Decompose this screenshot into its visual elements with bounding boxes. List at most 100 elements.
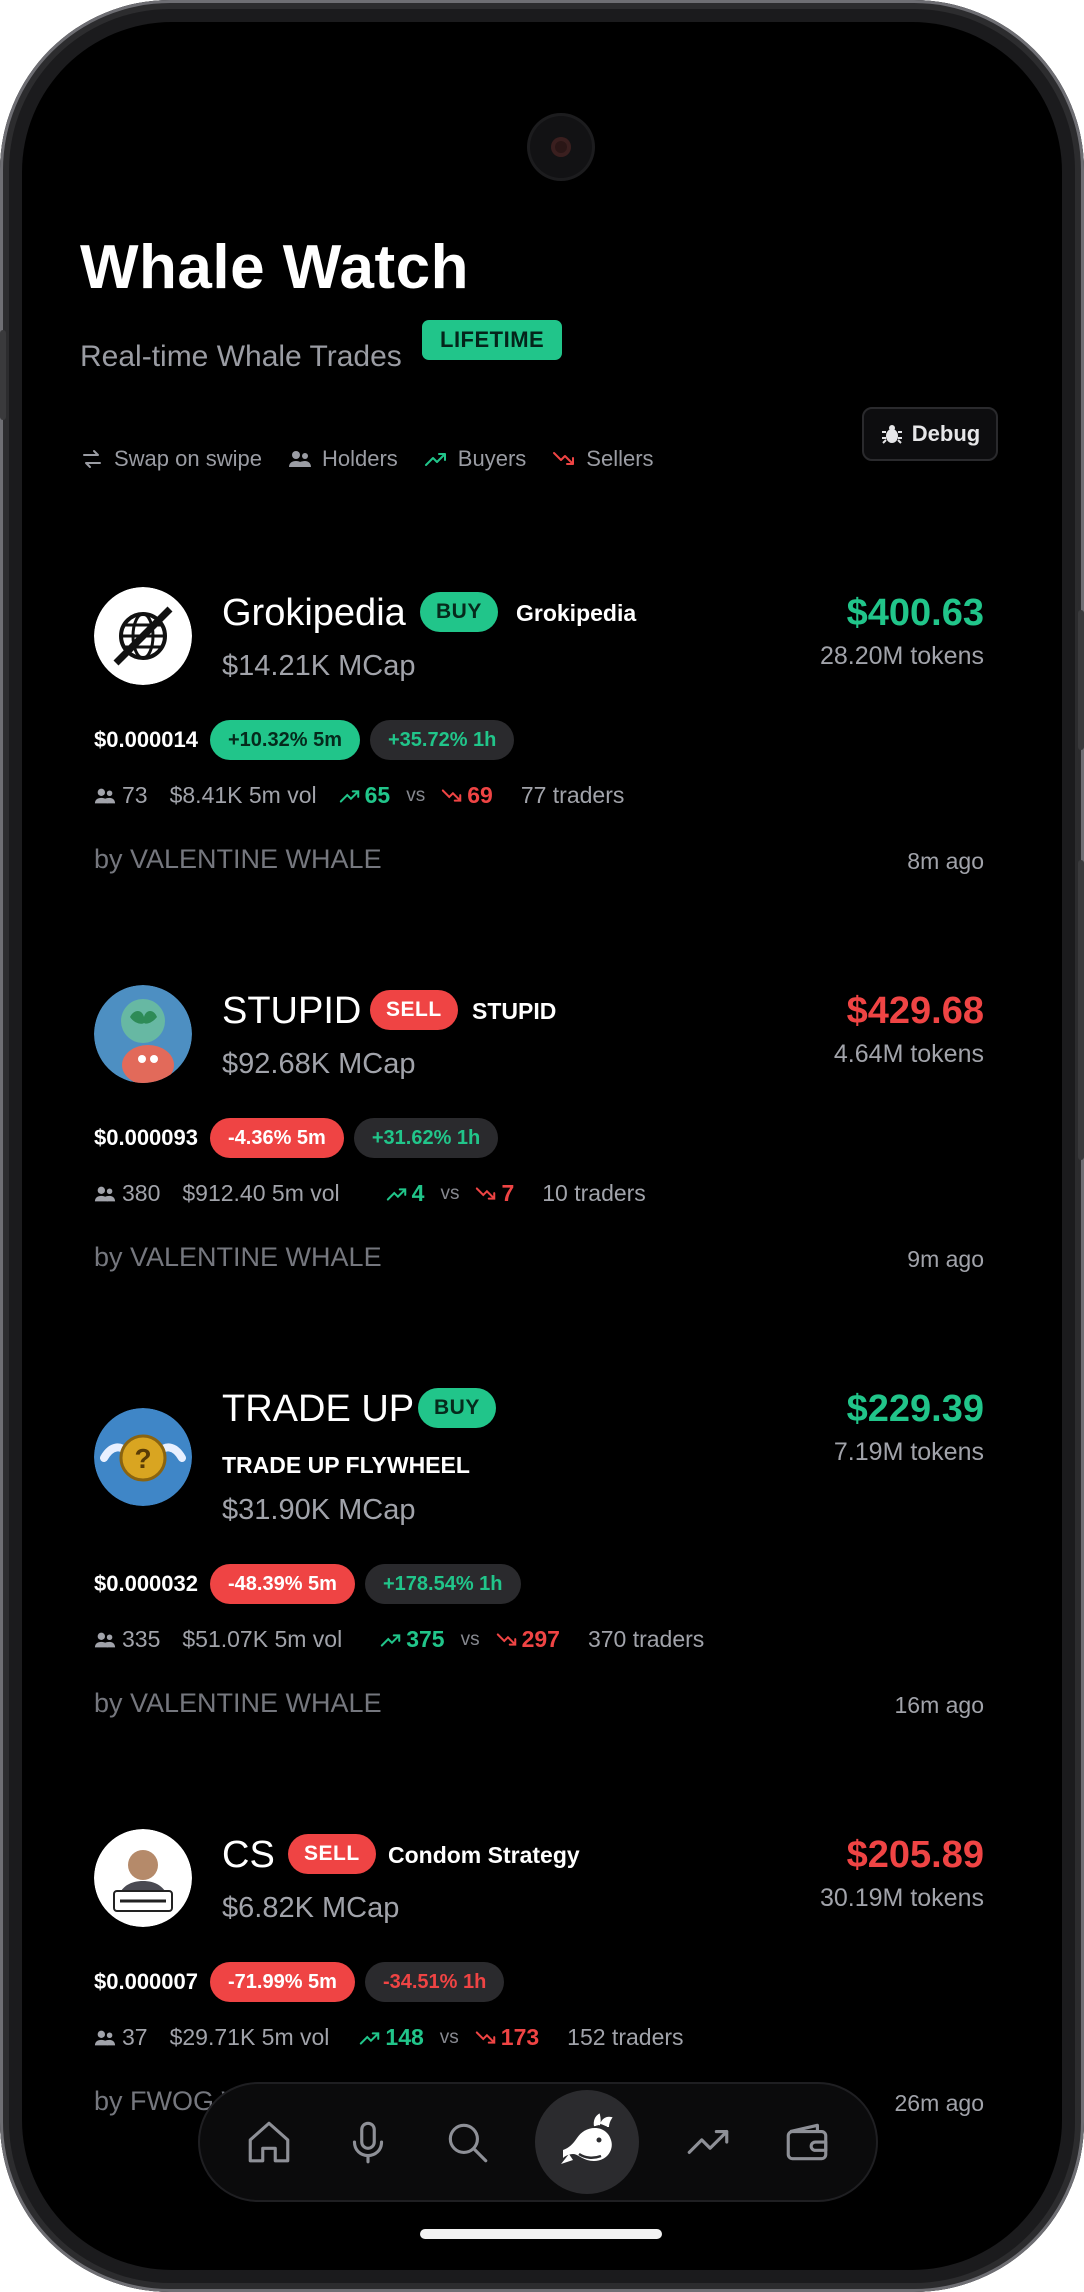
token-avatar bbox=[94, 587, 192, 685]
buyers-count: 375 bbox=[380, 1626, 445, 1653]
page-title: Whale Watch bbox=[80, 233, 470, 302]
trend-up-icon bbox=[386, 1187, 406, 1201]
time-ago: 26m ago bbox=[894, 2090, 984, 2116]
side-badge: SELL bbox=[370, 990, 458, 1030]
nav-home[interactable] bbox=[239, 2112, 299, 2172]
users-icon bbox=[94, 1632, 116, 1647]
token-name: TRADE UP bbox=[222, 1388, 415, 1430]
change-1h-badge: +31.62% 1h bbox=[353, 1118, 499, 1158]
vs-label: vs bbox=[440, 1182, 460, 1204]
front-camera bbox=[530, 116, 592, 178]
whale-attribution: by VALENTINE WHALE bbox=[94, 1688, 382, 1718]
market-cap: $92.68K MCap bbox=[222, 1048, 416, 1080]
range-badge[interactable]: LIFETIME bbox=[422, 320, 563, 360]
stats-row: 37 $29.71K 5m vol 148 vs 173 152 traders bbox=[94, 2024, 684, 2051]
stats-row: 73 $8.41K 5m vol 65 vs 69 77 traders bbox=[94, 782, 624, 809]
buyers-count: 65 bbox=[339, 782, 390, 809]
nav-voice[interactable] bbox=[338, 2112, 398, 2172]
change-1h-badge: -34.51% 1h bbox=[364, 1962, 505, 2002]
debug-label: Debug bbox=[911, 421, 981, 446]
holders-count: 37 bbox=[94, 2024, 148, 2051]
price-row: $0.000032 -48.39% 5m +178.54% 1h bbox=[94, 1564, 521, 1604]
market-cap: $31.90K MCap bbox=[222, 1494, 416, 1526]
traders-count: 370 traders bbox=[587, 1626, 705, 1652]
svg-text:?: ? bbox=[134, 1443, 151, 1474]
sellers-value: 7 bbox=[501, 1180, 515, 1206]
market-cap: $14.21K MCap bbox=[222, 650, 416, 682]
side-button bbox=[1078, 860, 1084, 1160]
price-row: $0.000093 -4.36% 5m +31.62% 1h bbox=[94, 1118, 499, 1158]
sellers-count: 69 bbox=[441, 782, 493, 809]
search-icon bbox=[448, 2123, 487, 2163]
trend-down-icon bbox=[442, 788, 462, 802]
buyers-value: 375 bbox=[406, 1626, 445, 1652]
vs-label: vs bbox=[406, 784, 426, 806]
token-amount: 30.19M tokens bbox=[820, 1884, 984, 1912]
sellers-count: 173 bbox=[475, 2024, 539, 2051]
swap-icon bbox=[83, 450, 101, 468]
buyers-value: 4 bbox=[411, 1180, 425, 1206]
change-5m-badge: -4.36% 5m bbox=[210, 1118, 344, 1158]
token-avatar bbox=[94, 1829, 192, 1927]
filter-holders[interactable]: Holders bbox=[288, 446, 398, 472]
change-5m-badge: +10.32% 5m bbox=[210, 720, 360, 760]
price-row: $0.000007 -71.99% 5m -34.51% 1h bbox=[94, 1962, 505, 2002]
trending-icon bbox=[687, 2130, 729, 2154]
users-icon bbox=[94, 2030, 116, 2045]
users-icon bbox=[94, 1186, 116, 1201]
trade-usd-value: $429.68 bbox=[846, 990, 984, 1032]
vs-label: vs bbox=[460, 1628, 480, 1650]
sellers-count: 297 bbox=[496, 1626, 560, 1653]
buyers-value: 148 bbox=[385, 2024, 424, 2050]
nav-whale-watch[interactable] bbox=[535, 2090, 640, 2194]
filter-buyers[interactable]: Buyers bbox=[424, 446, 526, 472]
home-icon bbox=[249, 2121, 290, 2163]
holders-count: 73 bbox=[94, 782, 148, 809]
trend-up-icon bbox=[424, 453, 446, 466]
volume-5m: $51.07K 5m vol bbox=[182, 1626, 343, 1652]
volume-5m: $29.71K 5m vol bbox=[169, 2024, 330, 2050]
side-button bbox=[0, 330, 6, 420]
trade-usd-value: $229.39 bbox=[846, 1388, 984, 1430]
cs-token-avatar-icon bbox=[94, 1829, 192, 1927]
bottom-nav bbox=[198, 2082, 878, 2202]
holders-value: 380 bbox=[122, 1180, 161, 1206]
sellers-value: 173 bbox=[500, 2024, 540, 2050]
whale-attribution: by VALENTINE WHALE bbox=[94, 844, 382, 874]
trade-up-token-avatar-icon: ? bbox=[94, 1408, 192, 1506]
filter-swap-on-swipe[interactable]: Swap on swipe bbox=[80, 446, 262, 472]
token-price: $0.000014 bbox=[94, 727, 198, 752]
filter-sellers[interactable]: Sellers bbox=[552, 446, 654, 472]
token-ticker: Grokipedia bbox=[516, 600, 637, 626]
debug-button[interactable]: Debug bbox=[862, 407, 998, 461]
token-ticker: Condom Strategy bbox=[388, 1842, 580, 1868]
time-ago: 16m ago bbox=[894, 1692, 984, 1718]
users-icon bbox=[288, 451, 311, 467]
token-avatar bbox=[94, 985, 192, 1083]
token-name: STUPID bbox=[222, 990, 362, 1032]
wallet-icon bbox=[786, 2123, 827, 2161]
nav-search[interactable] bbox=[437, 2112, 497, 2172]
holders-value: 73 bbox=[122, 782, 148, 808]
trend-up-icon bbox=[360, 2031, 380, 2045]
traders-count: 152 traders bbox=[567, 2024, 684, 2050]
nav-trending[interactable] bbox=[678, 2112, 738, 2172]
app-screen: Whale Watch Real-time Whale Trades LIFET… bbox=[22, 22, 1062, 2270]
home-indicator[interactable] bbox=[420, 2229, 662, 2239]
trend-down-icon bbox=[553, 452, 575, 465]
filter-label: Holders bbox=[321, 446, 398, 471]
stupid-token-avatar-icon bbox=[94, 985, 192, 1083]
traders-count: 10 traders bbox=[542, 1180, 646, 1206]
side-badge: SELL bbox=[288, 1834, 376, 1874]
microphone-icon bbox=[352, 2121, 384, 2164]
side-badge: BUY bbox=[420, 592, 498, 632]
filter-label: Sellers bbox=[586, 446, 654, 471]
change-1h-badge: +35.72% 1h bbox=[369, 720, 515, 760]
change-5m-badge: -71.99% 5m bbox=[210, 1962, 355, 2002]
token-amount: 7.19M tokens bbox=[833, 1438, 984, 1466]
nav-wallet[interactable] bbox=[777, 2112, 837, 2172]
token-name: CS bbox=[222, 1834, 275, 1876]
vs-label: vs bbox=[439, 2026, 459, 2048]
token-amount: 28.20M tokens bbox=[820, 642, 984, 670]
stats-row: 380 $912.40 5m vol 4 vs 7 10 traders bbox=[94, 1180, 646, 1207]
